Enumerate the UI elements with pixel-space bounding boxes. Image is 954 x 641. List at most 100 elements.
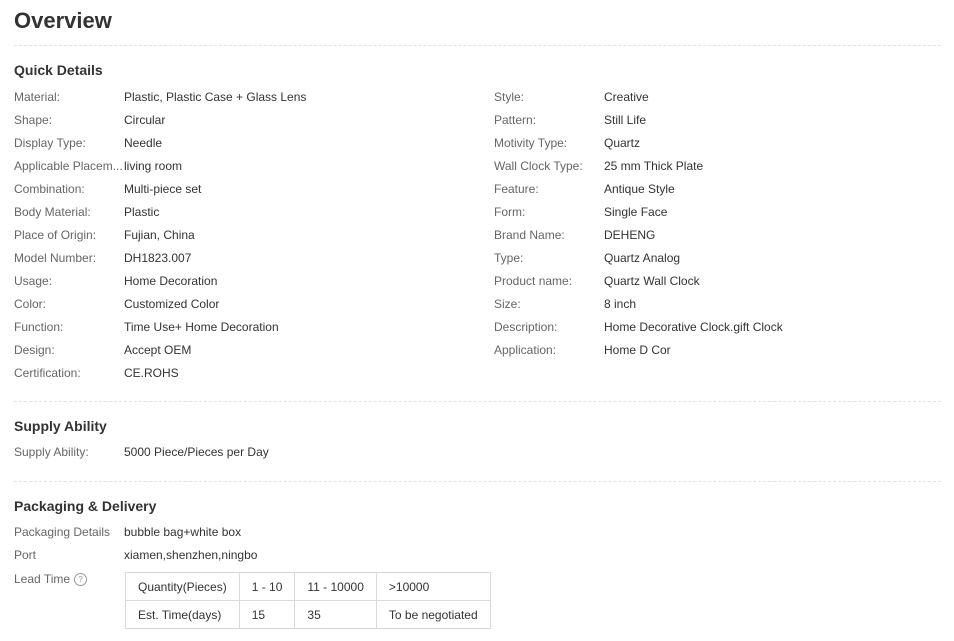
detail-value: Creative — [604, 90, 649, 104]
detail-row: Feature: Antique Style — [494, 178, 783, 201]
lead-time-table: Quantity(Pieces) 1 - 10 11 - 10000 >10000 Es… — [125, 572, 491, 629]
supply-ability-label: Supply Ability: — [14, 445, 89, 459]
detail-row: Wall Clock Type: 25 mm Thick Plate — [494, 155, 783, 178]
detail-row: Certification: CE.ROHS — [14, 362, 306, 385]
detail-row: Description: Home Decorative Clock.gift C… — [494, 316, 783, 339]
detail-value: Quartz — [604, 136, 641, 150]
detail-label: Model Number: — [14, 251, 97, 265]
lead-time-table-cell: 15 — [238, 600, 296, 629]
detail-label: Display Type: — [14, 136, 86, 150]
packaging-details-label: Packaging Details — [14, 525, 111, 539]
detail-value: Multi-piece set — [124, 182, 202, 196]
detail-value: Single Face — [604, 205, 668, 219]
lead-time-row: Lead Time? — [14, 568, 88, 591]
detail-row: Model Number: DH1823.007 — [14, 247, 306, 270]
detail-value: Customized Color — [124, 297, 220, 311]
divider — [14, 45, 941, 46]
detail-value: DEHENG — [604, 228, 656, 242]
detail-row: Size: 8 inch — [494, 293, 783, 316]
lead-time-table-cell: 1 - 10 — [238, 572, 296, 601]
lead-time-table-cell: 11 - 10000 — [294, 572, 377, 601]
detail-value: Home Decoration — [124, 274, 218, 288]
detail-row: Place of Origin: Fujian, China — [14, 224, 306, 247]
detail-value: Time Use+ Home Decoration — [124, 320, 279, 334]
lead-time-table-cell: Quantity(Pieces) — [125, 572, 240, 601]
detail-label: Pattern: — [494, 113, 537, 127]
detail-row: Pattern: Still Life — [494, 109, 783, 132]
detail-value: Quartz Wall Clock — [604, 274, 700, 288]
detail-row: Function: Time Use+ Home Decoration — [14, 316, 306, 339]
divider — [14, 401, 941, 402]
lead-time-table-cell: 35 — [294, 600, 377, 629]
detail-label: Place of Origin: — [14, 228, 97, 242]
detail-label: Usage: — [14, 274, 53, 288]
detail-label: Certification: — [14, 366, 81, 380]
detail-value: 25 mm Thick Plate — [604, 159, 704, 173]
detail-row: Motivity Type: Quartz — [494, 132, 783, 155]
detail-label: Design: — [14, 343, 55, 357]
detail-value: Accept OEM — [124, 343, 192, 357]
detail-value: Plastic, Plastic Case + Glass Lens — [124, 90, 307, 104]
detail-row: Application: Home D Cor — [494, 339, 783, 362]
detail-label: Function: — [14, 320, 64, 334]
detail-label: Wall Clock Type: — [494, 159, 583, 173]
detail-value: Fujian, China — [124, 228, 195, 242]
lead-time-label: Lead Time — [14, 572, 71, 586]
help-circle-icon[interactable]: ? — [74, 573, 88, 587]
port-label: Port — [14, 548, 37, 562]
detail-value: DH1823.007 — [124, 251, 192, 265]
quick-details-left-column: Material: Plastic, Plastic Case + Glass L… — [14, 86, 306, 385]
detail-row: Style: Creative — [494, 86, 783, 109]
detail-row: Material: Plastic, Plastic Case + Glass L… — [14, 86, 306, 109]
port-row: Port xiamen,shenzhen,ningbo — [14, 544, 257, 567]
quick-details-right-column: Style: Creative Pattern: Still Life Motivity… — [494, 86, 783, 362]
detail-value: living room — [124, 159, 183, 173]
lead-time-table-row: Est. Time(days) 15 35 To be negotiated — [125, 600, 491, 629]
detail-label: Applicable Placem... — [14, 159, 123, 173]
detail-label: Application: — [494, 343, 557, 357]
detail-label: Product name: — [494, 274, 573, 288]
detail-label: Description: — [494, 320, 558, 334]
detail-value: CE.ROHS — [124, 366, 179, 380]
detail-value: Home D Cor — [604, 343, 671, 357]
divider — [14, 481, 941, 482]
lead-time-table-cell: To be negotiated — [375, 600, 491, 629]
supply-ability-row: Supply Ability: 5000 Piece/Pieces per Day — [14, 441, 269, 464]
detail-row: Body Material: Plastic — [14, 201, 306, 224]
detail-row: Combination: Multi-piece set — [14, 178, 306, 201]
detail-row: Form: Single Face — [494, 201, 783, 224]
detail-row: Color: Customized Color — [14, 293, 306, 316]
supply-ability-value: 5000 Piece/Pieces per Day — [124, 445, 269, 459]
detail-value: Plastic — [124, 205, 160, 219]
detail-row: Applicable Placem...living room — [14, 155, 306, 178]
lead-time-table-cell: Est. Time(days) — [125, 600, 240, 629]
detail-row: Display Type: Needle — [14, 132, 306, 155]
detail-label: Type: — [494, 251, 524, 265]
quick-details-heading: Quick Details — [14, 62, 103, 78]
detail-label: Feature: — [494, 182, 539, 196]
detail-label: Form: — [494, 205, 526, 219]
supply-ability-heading: Supply Ability — [14, 418, 107, 434]
detail-value: Home Decorative Clock.gift Clock — [604, 320, 783, 334]
packaging-details-row: Packaging Details bubble bag+white box — [14, 521, 241, 544]
detail-row: Brand Name: DEHENG — [494, 224, 783, 247]
lead-time-table-cell: >10000 — [375, 572, 491, 601]
detail-value: Needle — [124, 136, 163, 150]
lead-time-table-row: Quantity(Pieces) 1 - 10 11 - 10000 >10000 — [125, 572, 491, 601]
page-title: Overview — [14, 8, 112, 33]
detail-value: Still Life — [604, 113, 647, 127]
detail-label: Style: — [494, 90, 525, 104]
detail-label: Combination: — [14, 182, 85, 196]
detail-label: Body Material: — [14, 205, 91, 219]
detail-label: Material: — [14, 90, 61, 104]
detail-row: Type: Quartz Analog — [494, 247, 783, 270]
detail-label: Size: — [494, 297, 521, 311]
detail-value: 8 inch — [604, 297, 637, 311]
port-value: xiamen,shenzhen,ningbo — [124, 548, 258, 562]
detail-label: Brand Name: — [494, 228, 565, 242]
detail-label: Motivity Type: — [494, 136, 568, 150]
packaging-details-value: bubble bag+white box — [124, 525, 242, 539]
detail-row: Shape: Circular — [14, 109, 306, 132]
product-overview: Overview Quick Details Material: Plastic,… — [0, 0, 954, 641]
detail-row: Design: Accept OEM — [14, 339, 306, 362]
